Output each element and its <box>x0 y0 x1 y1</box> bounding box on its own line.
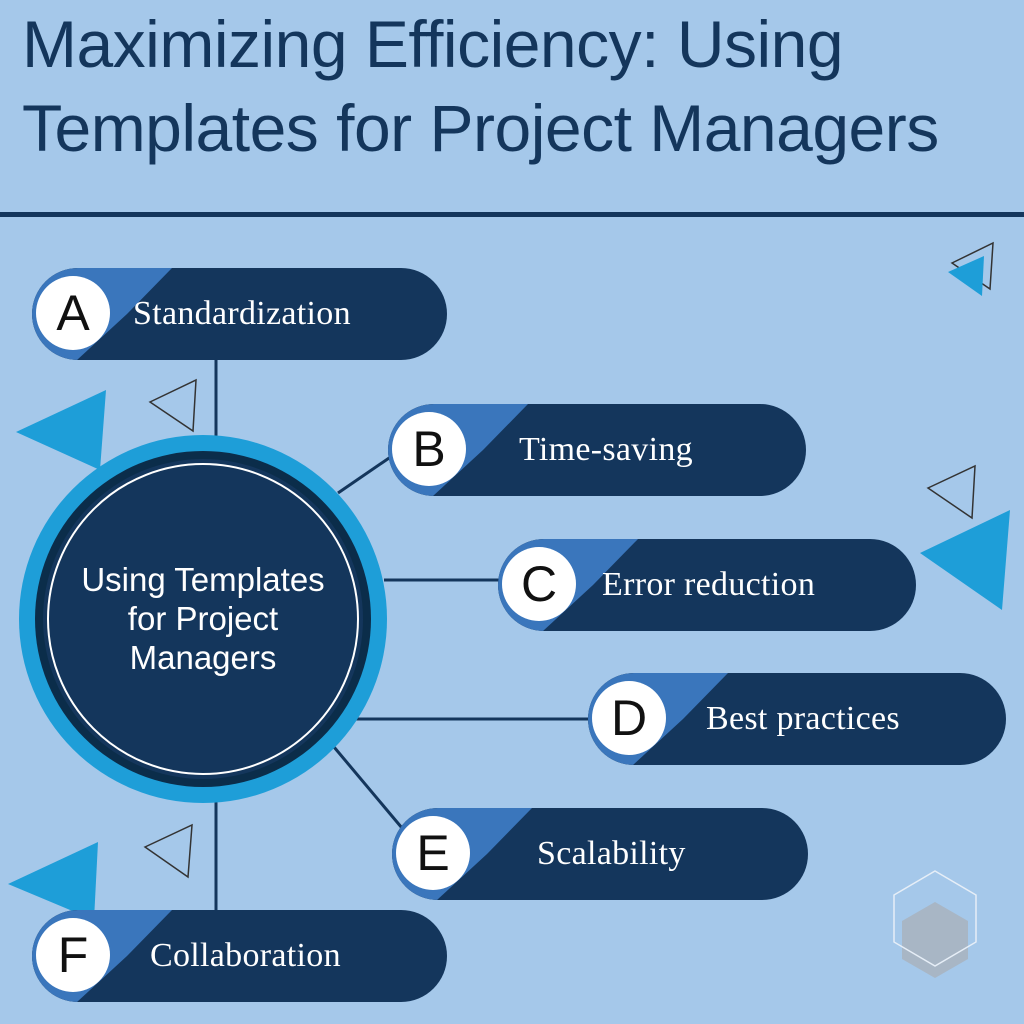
item-b-badge: B <box>392 412 466 486</box>
triangle-outline-icon <box>926 464 976 520</box>
hub-label-line-1: Using Templates <box>81 561 325 598</box>
triangle-filled-icon <box>920 510 1010 610</box>
item-b-label: Time-saving <box>519 431 693 468</box>
item-c-label: Error reduction <box>602 566 816 603</box>
item-c-badge: C <box>502 547 576 621</box>
item-a-pill: A Standardization <box>32 268 447 360</box>
item-c-pill: C Error reduction <box>498 539 916 631</box>
item-a-label: Standardization <box>133 295 351 332</box>
triangle-filled-icon <box>8 842 98 920</box>
item-a-badge: A <box>36 276 110 350</box>
item-b-pill: B Time-saving <box>388 404 806 496</box>
item-d-label: Best practices <box>706 700 900 737</box>
item-e-badge: E <box>396 816 470 890</box>
hub-label-line-3: Managers <box>129 639 277 676</box>
item-d-badge: D <box>592 681 666 755</box>
connector-b <box>337 454 393 495</box>
connector-e <box>332 746 404 829</box>
triangle-outline-icon <box>143 823 193 879</box>
item-f-label: Collaboration <box>150 937 341 974</box>
item-f-pill: F Collaboration <box>32 910 447 1002</box>
hub-label-line-2: for Project <box>127 600 279 637</box>
item-f-badge: F <box>36 918 110 992</box>
hub-label: Using Templates for Project Managers <box>48 560 358 677</box>
item-e-label: Scalability <box>537 835 686 872</box>
item-d-pill: D Best practices <box>588 673 1006 765</box>
item-e-pill: E Scalability <box>392 808 808 900</box>
triangle-outline-icon <box>148 378 197 433</box>
triangle-filled-icon <box>16 390 106 470</box>
